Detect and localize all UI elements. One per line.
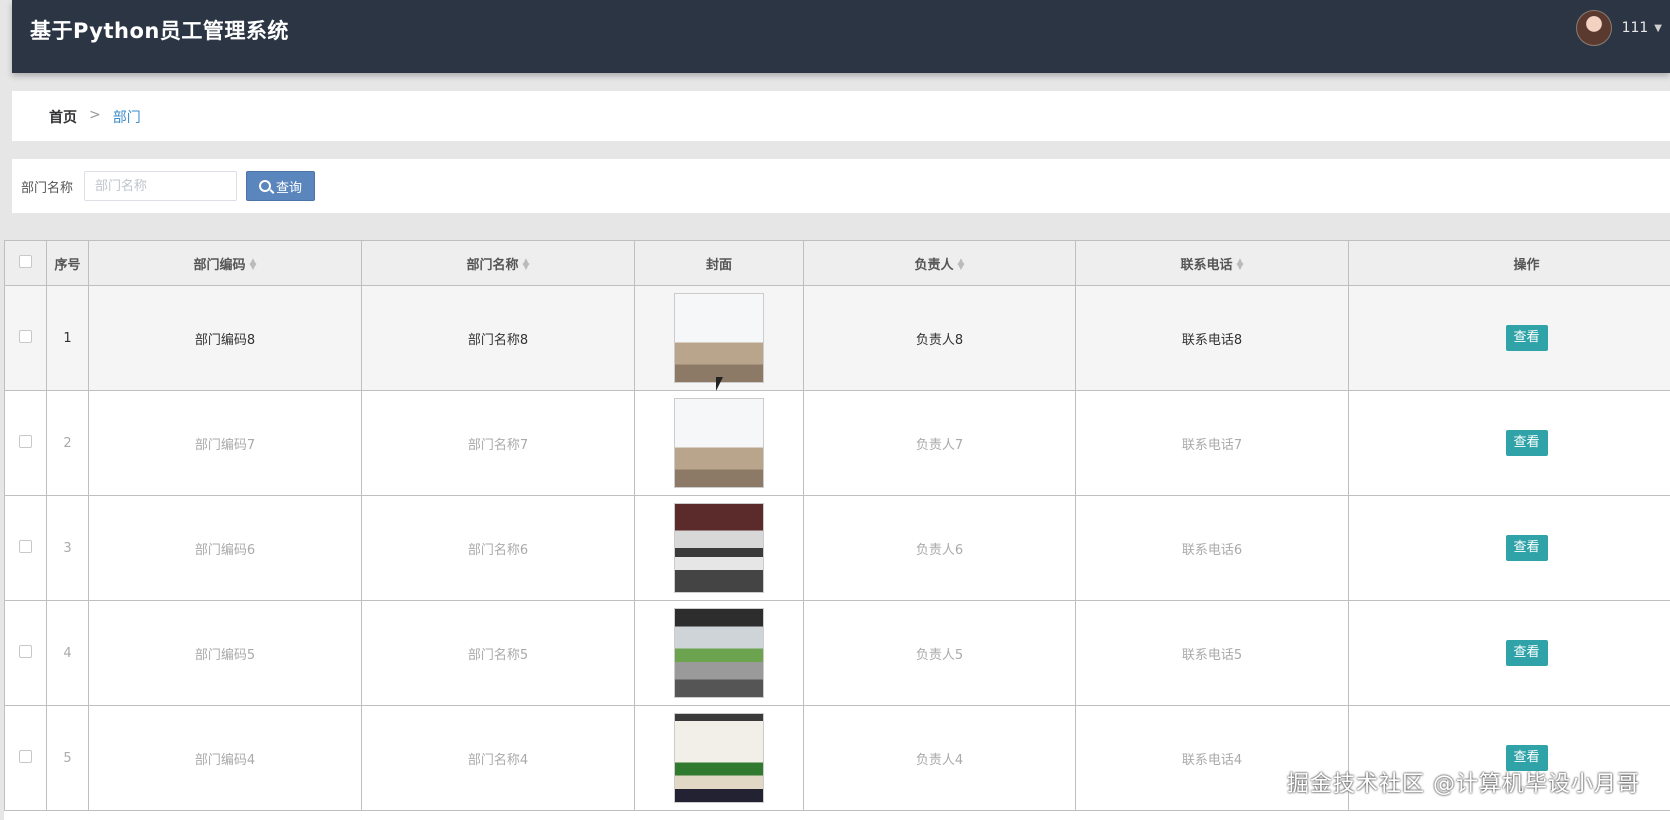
cell-phone: 联系电话6 [1075,495,1349,601]
table-row[interactable]: 3 部门编码6 部门名称6 负责人6 联系电话6 查看 [4,495,1670,601]
header-index: 序号 [46,240,89,286]
cover-image[interactable] [674,503,764,593]
mouse-cursor-icon [716,377,723,391]
row-checkbox[interactable] [19,644,32,658]
cell-code: 部门编码8 [88,285,362,391]
header-phone[interactable]: 联系电话 ▲ ▼ [1075,240,1349,286]
table-row[interactable]: 2 部门编码7 部门名称7 负责人7 联系电话7 查看 [4,390,1670,496]
cell-cover [634,495,804,601]
user-menu[interactable]: 111 ▼ [1575,10,1662,46]
row-checkbox-cell [4,495,47,601]
cell-index: 5 [46,705,89,811]
search-bar: 部门名称 查询 [12,159,1670,213]
row-checkbox-cell [4,600,47,706]
row-checkbox-cell [4,285,47,391]
breadcrumb-separator: > [89,107,101,123]
cell-index: 1 [46,285,89,391]
row-checkbox[interactable] [19,749,32,763]
header-name[interactable]: 部门名称 ▲ ▼ [361,240,635,286]
cell-manager: 负责人4 [803,705,1076,811]
cell-manager: 负责人6 [803,495,1076,601]
cell-phone: 联系电话7 [1075,390,1349,496]
header-phone-label: 联系电话 [1180,257,1233,273]
cell-phone: 联系电话8 [1075,285,1349,391]
cover-image[interactable] [674,293,764,383]
select-all-checkbox[interactable] [19,254,32,268]
department-name-input[interactable] [84,171,237,201]
view-button[interactable]: 查看 [1505,535,1548,561]
search-button[interactable]: 查询 [246,171,315,201]
view-button[interactable]: 查看 [1505,430,1548,456]
cell-name: 部门名称6 [361,495,635,601]
search-button-label: 查询 [275,180,302,196]
cell-index: 4 [46,600,89,706]
username[interactable]: 111 [1622,20,1649,36]
cell-cover [634,705,804,811]
breadcrumb-home[interactable]: 首页 [49,107,77,127]
select-all-cell [4,240,47,286]
app-title: 基于Python员工管理系统 [30,19,289,43]
cell-code: 部门编码6 [88,495,362,601]
row-checkbox-cell [4,390,47,496]
cell-action: 查看 [1348,390,1670,496]
cell-name: 部门名称8 [361,285,635,391]
top-header: 基于Python员工管理系统 111 ▼ [12,0,1670,73]
sort-icon[interactable]: ▲ ▼ [523,258,530,272]
header-manager-label: 负责人 [914,257,954,273]
cover-image[interactable] [674,398,764,488]
cell-action: 查看 [1348,495,1670,601]
header-code[interactable]: 部门编码 ▲ ▼ [88,240,362,286]
cell-phone: 联系电话5 [1075,600,1349,706]
cell-name: 部门名称7 [361,390,635,496]
cell-manager: 负责人5 [803,600,1076,706]
row-checkbox[interactable] [19,539,32,553]
cover-image[interactable] [674,713,764,803]
header-action: 操作 [1348,240,1670,286]
caret-down-icon[interactable]: ▼ [1654,23,1662,34]
row-checkbox-cell [4,705,47,811]
breadcrumb-current: 部门 [112,110,141,126]
search-label: 部门名称 [21,181,74,196]
cell-manager: 负责人8 [803,285,1076,391]
cell-manager: 负责人7 [803,390,1076,496]
cell-action: 查看 [1348,600,1670,706]
breadcrumb-bar: 首页 > 部门 [12,91,1670,141]
cell-code: 部门编码7 [88,390,362,496]
sort-icon[interactable]: ▲ ▼ [1237,258,1244,272]
cover-image[interactable] [674,608,764,698]
department-table: 序号 部门编码 ▲ ▼ 部门名称 ▲ ▼ 封面 负责人 ▲ ▼ 联系电话 ▲ ▼ 操作 1 部门… [4,240,1670,820]
row-checkbox[interactable] [19,329,32,343]
cell-action: 查看 [1348,285,1670,391]
breadcrumb: 首页 > 部门 [49,107,141,127]
sort-icon[interactable]: ▲ ▼ [250,258,257,272]
cell-index: 2 [46,390,89,496]
table-row[interactable]: 4 部门编码5 部门名称5 负责人5 联系电话5 查看 [4,600,1670,706]
cell-code: 部门编码5 [88,600,362,706]
search-icon [258,180,271,192]
cell-name: 部门名称5 [361,600,635,706]
view-button[interactable]: 查看 [1505,640,1548,666]
sort-icon[interactable]: ▲ ▼ [958,258,965,272]
cell-cover [634,390,804,496]
cell-name: 部门名称4 [361,705,635,811]
header-manager[interactable]: 负责人 ▲ ▼ [803,240,1076,286]
table-row[interactable]: 1 部门编码8 部门名称8 负责人8 联系电话8 查看 [4,285,1670,391]
table-header-row: 序号 部门编码 ▲ ▼ 部门名称 ▲ ▼ 封面 负责人 ▲ ▼ 联系电话 ▲ ▼ 操作 [4,240,1670,286]
avatar[interactable] [1575,10,1612,46]
header-name-label: 部门名称 [466,257,519,273]
header-code-label: 部门编码 [193,257,246,273]
watermark: 掘金技术社区 @计算机毕设小月哥 [1287,772,1640,797]
cell-cover [634,600,804,706]
cell-code: 部门编码4 [88,705,362,811]
cell-index: 3 [46,495,89,601]
view-button[interactable]: 查看 [1505,325,1548,351]
cell-cover [634,285,804,391]
row-checkbox[interactable] [19,434,32,448]
header-cover: 封面 [634,240,804,286]
